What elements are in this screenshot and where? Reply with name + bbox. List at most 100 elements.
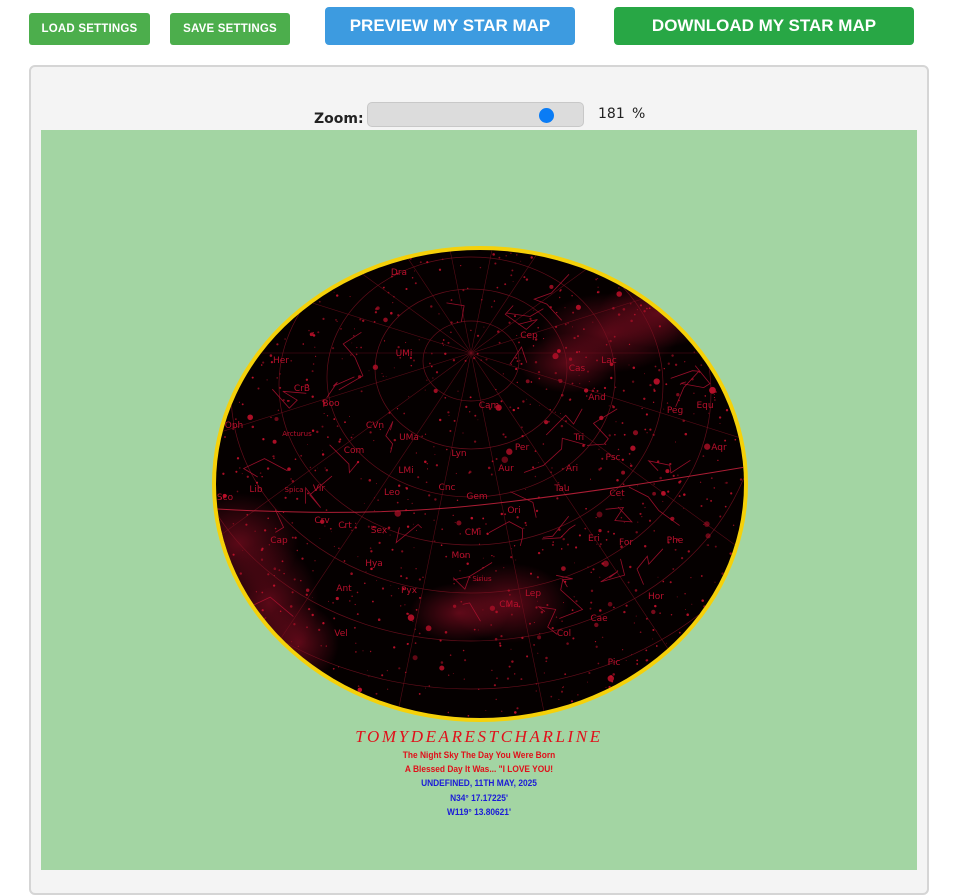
star xyxy=(422,576,424,578)
constellation-label: Spica xyxy=(285,486,304,494)
save-settings-button[interactable]: SAVE SETTINGS xyxy=(170,13,290,45)
star xyxy=(352,434,354,436)
star xyxy=(590,601,593,604)
star xyxy=(691,603,693,605)
star xyxy=(645,617,648,620)
star xyxy=(623,433,626,436)
star xyxy=(351,595,353,598)
star xyxy=(560,690,564,693)
star xyxy=(314,560,316,562)
star xyxy=(495,570,497,572)
star xyxy=(373,440,375,442)
star xyxy=(571,294,573,297)
star xyxy=(289,605,293,608)
constellation-label: Ari xyxy=(566,464,578,474)
star xyxy=(702,455,705,457)
star xyxy=(665,469,670,474)
star xyxy=(355,522,357,525)
star xyxy=(641,407,643,410)
star xyxy=(573,336,576,340)
star xyxy=(368,370,370,372)
star xyxy=(491,554,493,557)
star xyxy=(703,523,705,525)
star xyxy=(501,456,509,463)
star xyxy=(464,659,467,662)
star xyxy=(724,439,727,442)
star xyxy=(601,636,604,639)
star xyxy=(571,609,574,611)
star xyxy=(432,377,434,379)
star xyxy=(601,457,604,460)
star xyxy=(373,497,375,499)
constellation-label: Col xyxy=(557,629,571,639)
star xyxy=(705,533,711,539)
star xyxy=(309,334,312,336)
download-star-map-button[interactable]: DOWNLOAD MY STAR MAP xyxy=(614,7,914,45)
star xyxy=(482,566,484,569)
star xyxy=(532,345,535,347)
star xyxy=(623,522,625,524)
star xyxy=(625,604,628,607)
star xyxy=(596,359,598,362)
star xyxy=(646,432,648,434)
star xyxy=(417,476,420,479)
constellation-label: Leo xyxy=(384,488,400,498)
star xyxy=(498,256,501,259)
star xyxy=(441,342,444,345)
star xyxy=(399,605,402,607)
star xyxy=(369,431,372,434)
star xyxy=(238,401,240,403)
star xyxy=(578,375,580,377)
star xyxy=(558,699,560,701)
star xyxy=(245,523,248,526)
star xyxy=(671,354,674,357)
constellation-label: Sex xyxy=(371,526,388,536)
constellation-label: Boo xyxy=(322,399,340,409)
star xyxy=(424,433,427,435)
caption-line-2: A Blessed Day It Was... "I LOVE YOU! xyxy=(404,764,554,775)
star xyxy=(648,519,652,522)
star xyxy=(674,363,678,366)
zoom-slider-thumb[interactable] xyxy=(538,108,554,123)
nebula-patch xyxy=(599,278,719,348)
star xyxy=(439,665,445,671)
zoom-control: Zoom: 181 % xyxy=(0,102,958,130)
star xyxy=(525,488,527,490)
preview-star-map-button[interactable]: PREVIEW MY STAR MAP xyxy=(325,7,575,45)
star xyxy=(465,405,468,408)
constellation-label: Phe xyxy=(667,536,684,546)
star xyxy=(466,287,469,290)
star xyxy=(693,392,695,394)
star xyxy=(504,435,507,439)
star xyxy=(564,307,566,309)
star xyxy=(583,388,589,393)
star xyxy=(628,364,630,366)
star xyxy=(584,527,587,530)
star xyxy=(500,710,503,713)
star xyxy=(535,509,539,513)
star xyxy=(493,684,496,687)
star xyxy=(620,516,623,519)
star xyxy=(645,649,648,652)
zoom-slider[interactable] xyxy=(367,102,584,127)
star xyxy=(545,656,548,660)
star xyxy=(333,545,335,548)
star xyxy=(524,521,527,524)
star xyxy=(495,698,497,701)
star xyxy=(257,387,260,390)
star xyxy=(387,526,391,529)
star xyxy=(413,512,415,514)
star xyxy=(612,405,615,409)
star xyxy=(232,523,235,525)
star xyxy=(390,584,392,586)
star xyxy=(609,339,612,343)
star xyxy=(442,339,445,341)
load-settings-button[interactable]: LOAD SETTINGS xyxy=(29,13,150,45)
star xyxy=(293,578,296,581)
star xyxy=(312,597,314,598)
star xyxy=(290,478,292,480)
star xyxy=(383,340,386,342)
star xyxy=(447,341,450,344)
star xyxy=(360,390,363,393)
star xyxy=(704,395,707,397)
